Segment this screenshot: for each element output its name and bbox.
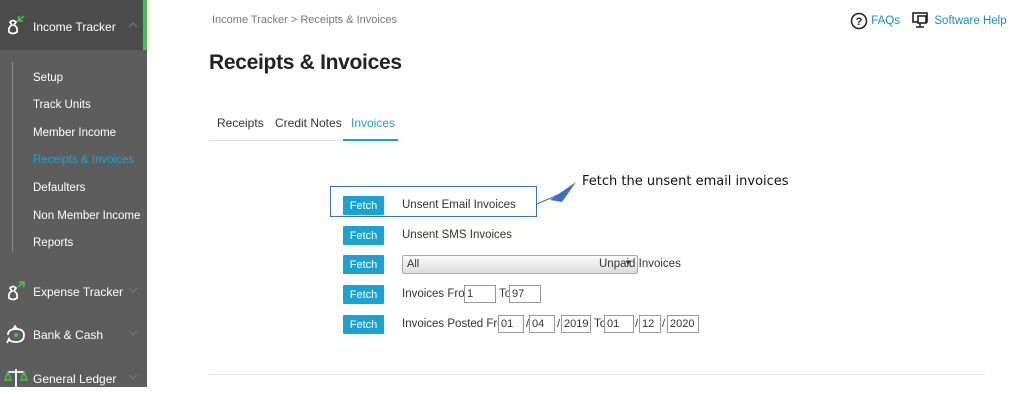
- date-separator: /: [557, 318, 561, 330]
- posted-to-day-input[interactable]: [604, 315, 634, 333]
- chevron-down-icon: [128, 287, 138, 293]
- question-circle-icon[interactable]: ?: [850, 12, 868, 30]
- software-help-link[interactable]: Software Help: [934, 15, 1006, 27]
- income-tracker-icon: [7, 15, 25, 35]
- sidebar-section-label: Bank & Cash: [33, 328, 104, 342]
- sidebar-item-non-member-income[interactable]: Non Member Income: [33, 210, 140, 222]
- posted-from-year-input[interactable]: [561, 315, 591, 333]
- general-ledger-icon: [4, 369, 28, 389]
- sidebar-item-reports[interactable]: Reports: [33, 237, 73, 249]
- date-separator: /: [662, 318, 666, 330]
- chevron-up-icon: [128, 22, 138, 28]
- software-help-icon[interactable]: [911, 12, 931, 30]
- sidebar: Income Tracker Setup Track Units Member …: [0, 0, 147, 389]
- svg-text:?: ?: [856, 16, 863, 28]
- breadcrumb: Income Tracker > Receipts & Invoices: [212, 14, 397, 26]
- select-value: All: [407, 258, 420, 270]
- tab-receipts[interactable]: Receipts: [217, 116, 264, 130]
- invoices-from-input[interactable]: [464, 285, 496, 303]
- posted-to-year-input[interactable]: [667, 315, 699, 333]
- fetch-unpaid-button[interactable]: Fetch: [343, 255, 384, 274]
- sidebar-tree-line: [12, 62, 13, 252]
- date-separator: /: [635, 318, 639, 330]
- sidebar-section-label: Income Tracker: [33, 20, 116, 34]
- expense-tracker-icon: [7, 281, 25, 301]
- chevron-down-icon: [128, 330, 138, 336]
- fetch-invoices-range-button[interactable]: Fetch: [343, 285, 384, 304]
- sidebar-item-receipts-invoices[interactable]: Receipts & Invoices: [33, 154, 134, 166]
- posted-to-month-input[interactable]: [639, 315, 661, 333]
- invoices-to-input[interactable]: [509, 285, 541, 303]
- tab-active-underline: [343, 139, 398, 141]
- unpaid-invoices-label: Unpaid Invoices: [599, 258, 681, 270]
- sidebar-item-track-units[interactable]: Track Units: [33, 99, 91, 111]
- posted-from-label: Invoices Posted From: [402, 318, 514, 330]
- fetch-unsent-sms-button[interactable]: Fetch: [343, 226, 384, 245]
- annotation-highlight-box: [330, 186, 537, 217]
- posted-from-day-input[interactable]: [498, 315, 524, 333]
- unsent-sms-label: Unsent SMS Invoices: [402, 229, 512, 241]
- sidebar-section-bank-cash[interactable]: Bank & Cash: [0, 320, 147, 350]
- faqs-link[interactable]: FAQs: [871, 15, 900, 27]
- sidebar-section-expense-tracker[interactable]: Expense Tracker: [0, 277, 147, 307]
- sidebar-item-member-income[interactable]: Member Income: [33, 127, 116, 139]
- chevron-down-icon: [128, 374, 138, 380]
- sidebar-section-general-ledger[interactable]: General Ledger: [0, 364, 147, 394]
- sidebar-item-setup[interactable]: Setup: [33, 72, 63, 84]
- help-links: ? FAQs Software Help: [850, 12, 1007, 32]
- sidebar-section-income-tracker[interactable]: Income Tracker: [0, 12, 147, 42]
- annotation-text: Fetch the unsent email invoices: [582, 174, 789, 189]
- bank-cash-icon: [6, 324, 25, 344]
- sidebar-section-label: General Ledger: [33, 372, 117, 386]
- content-divider: [209, 374, 985, 375]
- tab-invoices[interactable]: Invoices: [351, 116, 395, 130]
- page-title: Receipts & Invoices: [209, 51, 402, 74]
- sidebar-section-label: Expense Tracker: [33, 285, 124, 299]
- sidebar-item-defaulters[interactable]: Defaulters: [33, 182, 85, 194]
- tab-credit-notes[interactable]: Credit Notes: [275, 116, 342, 130]
- fetch-posted-dates-button[interactable]: Fetch: [343, 315, 384, 334]
- posted-from-month-input[interactable]: [529, 315, 555, 333]
- annotation-arrow-icon: [536, 182, 576, 205]
